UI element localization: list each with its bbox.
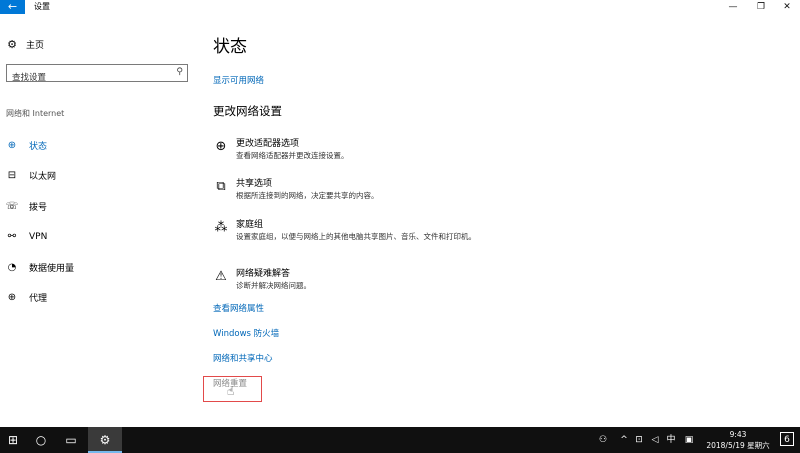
main-content: 状态 显示可用网络 更改网络设置 ⊕ 更改适配器选项 查看网络适配器并更改连接设…: [200, 14, 800, 427]
chevron-up-icon[interactable]: ^: [618, 427, 630, 453]
search-box: ⚲: [6, 64, 188, 86]
sidebar-item-label: 以太网: [29, 172, 57, 183]
taskbar: ⊞ ○ ▭ ⚙ ⚇ ^ ⊡ ◁ 中 ▣ 9:43 2018/5/19 星期六 6: [0, 427, 800, 453]
view-properties-link[interactable]: 查看网络属性: [213, 302, 264, 314]
sidebar-item-proxy[interactable]: ⊕ 代理: [0, 283, 200, 314]
option-desc: 设置家庭组，以便与网络上的其他电脑共享图片、音乐、文件和打印机。: [236, 232, 476, 241]
clock[interactable]: 9:43 2018/5/19 星期六: [700, 429, 776, 451]
option-desc: 根据所连接到的网络，决定要共享的内容。: [236, 191, 379, 200]
option-troubleshoot[interactable]: ⚠ 网络疑难解答 诊断并解决网络问题。: [213, 268, 311, 291]
option-homegroup[interactable]: ⁂ 家庭组 设置家庭组，以便与网络上的其他电脑共享图片、音乐、文件和打印机。: [213, 219, 477, 242]
sidebar-section-label: 网络和 Internet: [6, 109, 65, 118]
data-usage-icon: ◔: [7, 261, 17, 273]
hand-cursor-icon: ☝: [227, 384, 235, 398]
firewall-link[interactable]: Windows 防火墙: [213, 327, 279, 339]
volume-icon[interactable]: ◁: [648, 427, 662, 453]
sharing-center-link[interactable]: 网络和共享中心: [213, 352, 273, 364]
homegroup-icon: ⁂: [214, 220, 228, 235]
adapter-icon: ⊕: [215, 139, 227, 154]
search-input[interactable]: [7, 70, 167, 86]
sidebar-nav: ⊕ 状态 ⊟ 以太网 ☏ 拨号 ⚯ VPN ◔ 数据使用量 ⊕ 代理: [0, 130, 200, 313]
dialup-icon: ☏: [5, 200, 19, 212]
sidebar-item-dialup[interactable]: ☏ 拨号: [0, 191, 200, 222]
app-tray-icon[interactable]: ▣: [682, 427, 696, 453]
option-title: 共享选项: [236, 179, 273, 189]
sidebar-item-label: 数据使用量: [29, 263, 75, 274]
minimize-button[interactable]: —: [720, 0, 746, 14]
sharing-icon: ⧉: [216, 179, 226, 194]
window-title: 设置: [34, 2, 50, 11]
globe-status-icon: ⊕: [7, 139, 17, 151]
settings-app-icon[interactable]: ⚙: [88, 427, 122, 453]
search-icon[interactable]: ⚲: [176, 67, 183, 77]
maximize-button[interactable]: ❐: [748, 0, 774, 14]
sidebar-item-label: 代理: [29, 294, 48, 305]
network-icon[interactable]: ⊡: [632, 427, 646, 453]
clock-date: 2018/5/19 星期六: [706, 441, 770, 450]
option-sharing[interactable]: ⧉ 共享选项 根据所连接到的网络，决定要共享的内容。: [213, 178, 379, 201]
option-desc: 查看网络适配器并更改连接设置。: [236, 151, 349, 160]
option-title: 网络疑难解答: [236, 269, 291, 279]
ime-indicator[interactable]: 中: [664, 427, 678, 453]
troubleshoot-icon: ⚠: [215, 269, 227, 284]
sidebar-item-vpn[interactable]: ⚯ VPN: [0, 222, 200, 253]
sidebar-home[interactable]: ⚙ 主页: [5, 36, 44, 52]
section-heading: 更改网络设置: [213, 104, 282, 118]
option-adapter[interactable]: ⊕ 更改适配器选项 查看网络适配器并更改连接设置。: [213, 138, 349, 161]
sidebar-item-label: VPN: [29, 231, 48, 242]
page-title: 状态: [213, 37, 247, 57]
proxy-icon: ⊕: [7, 292, 17, 304]
sidebar-item-data-usage[interactable]: ◔ 数据使用量: [0, 252, 200, 283]
sidebar-item-label: 拨号: [29, 202, 48, 213]
ethernet-icon: ⊟: [7, 170, 17, 182]
option-title: 家庭组: [236, 220, 264, 230]
sidebar-home-label: 主页: [26, 40, 45, 51]
start-button[interactable]: ⊞: [0, 427, 26, 453]
title-bar: ← 设置 — ❐ ✕: [0, 0, 800, 14]
show-networks-link[interactable]: 显示可用网络: [213, 74, 264, 86]
sidebar-item-status[interactable]: ⊕ 状态: [0, 130, 200, 161]
option-desc: 诊断并解决网络问题。: [236, 281, 311, 290]
sidebar-item-ethernet[interactable]: ⊟ 以太网: [0, 161, 200, 192]
sidebar: ⚙ 主页 ⚲ 网络和 Internet ⊕ 状态 ⊟ 以太网 ☏ 拨号 ⚯ VP…: [0, 14, 200, 427]
option-title: 更改适配器选项: [236, 139, 300, 149]
sidebar-item-label: 状态: [29, 141, 48, 152]
gear-icon: ⚙: [7, 37, 17, 51]
task-view-icon[interactable]: ▭: [56, 427, 86, 453]
close-button[interactable]: ✕: [774, 0, 800, 14]
vpn-icon: ⚯: [7, 231, 17, 243]
notification-center-icon[interactable]: 6: [780, 432, 794, 446]
cortana-search-icon[interactable]: ○: [26, 427, 56, 453]
clock-time: 9:43: [729, 430, 747, 439]
people-icon[interactable]: ⚇: [596, 427, 610, 453]
back-button[interactable]: ←: [0, 0, 25, 14]
